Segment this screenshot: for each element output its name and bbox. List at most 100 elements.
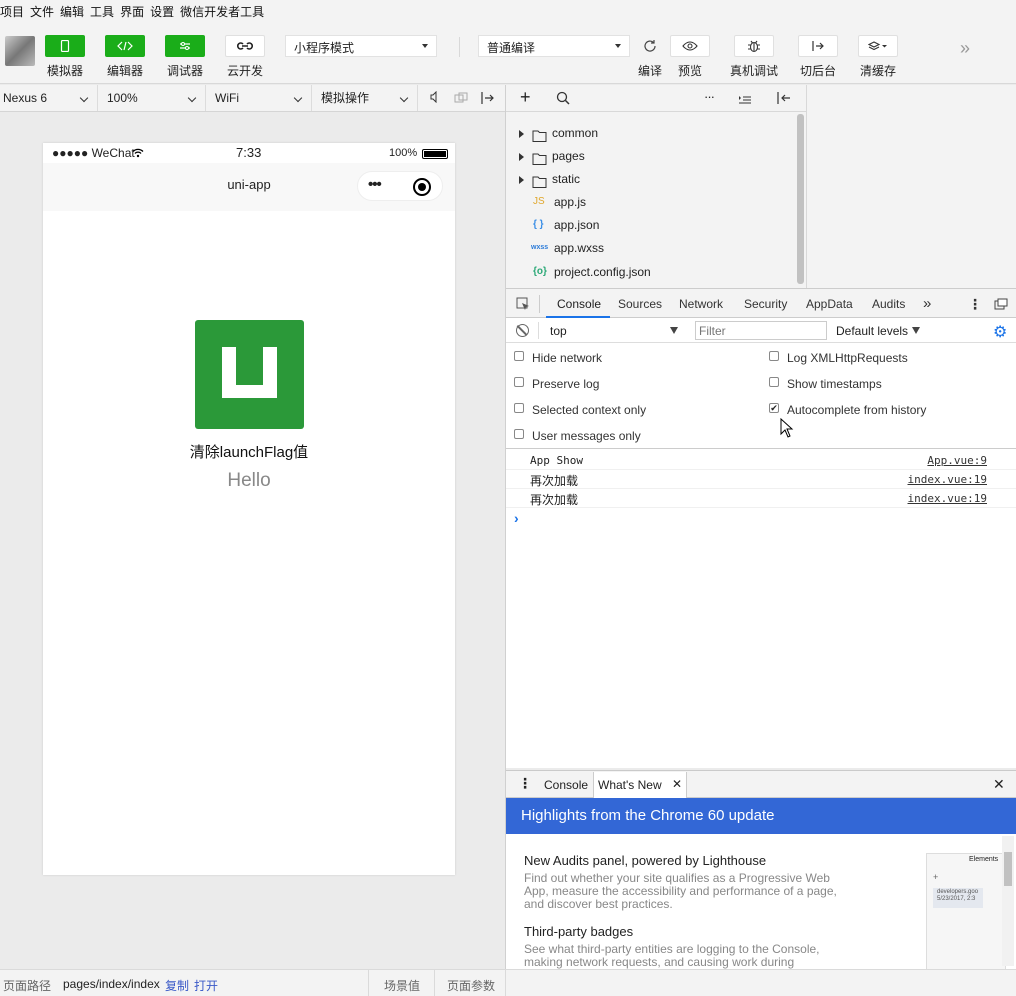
page-path-value: pages/index/index — [63, 977, 160, 991]
cloud-link-icon — [225, 35, 265, 57]
hide-network-checkbox[interactable] — [514, 351, 524, 361]
compile-select[interactable]: 普通编译 — [478, 35, 630, 57]
zoom-select[interactable]: 100% — [104, 85, 206, 111]
tree-file-project-config[interactable]: {o} project.config.json — [506, 261, 796, 283]
caret-down-icon — [615, 44, 621, 48]
tree-folder-static[interactable]: static — [506, 168, 796, 190]
file-tree: common pages static JS app.js { } app.js… — [506, 112, 806, 288]
tree-file-app-wxss[interactable]: wxss app.wxss — [506, 237, 796, 259]
clear-launch-flag-button[interactable]: 清除launchFlag值 — [43, 441, 455, 462]
toolbar: 模拟器 编辑器 调试器 云开发 小程序模式 普通编译 编译 预览 真机调试 切后… — [0, 22, 1016, 84]
file-tree-scrollbar[interactable] — [797, 114, 804, 284]
menu-project[interactable]: 项目 — [0, 3, 29, 20]
chevron-down-icon — [79, 93, 89, 103]
js-file-icon: JS — [533, 196, 545, 207]
tab-network[interactable]: Network — [679, 289, 723, 319]
remote-debug-button[interactable]: 真机调试 — [728, 35, 780, 79]
tab-sources[interactable]: Sources — [618, 289, 662, 319]
undock-icon[interactable] — [994, 298, 1008, 313]
avatar[interactable] — [5, 36, 35, 66]
divider — [539, 295, 540, 313]
rotate-screen-icon[interactable] — [454, 92, 468, 107]
console-log-row: 再次加载 index.vue:19 — [506, 470, 1016, 489]
page-params-button[interactable]: 页面参数 — [447, 977, 495, 994]
console-filter-input[interactable] — [695, 321, 827, 340]
tab-console[interactable]: Console — [557, 289, 601, 319]
copy-path-link[interactable]: 复制 — [165, 977, 189, 994]
add-file-icon[interactable]: + — [520, 87, 531, 108]
clear-console-icon[interactable] — [516, 324, 529, 337]
preserve-log-checkbox[interactable] — [514, 377, 524, 387]
close-drawer-icon[interactable]: ✕ — [993, 776, 1005, 793]
detach-icon[interactable] — [480, 91, 496, 108]
more-dots-icon[interactable]: ••• — [368, 176, 382, 193]
log-levels-select[interactable]: Default levels — [836, 324, 908, 338]
drawer-scrollbar[interactable] — [1002, 836, 1014, 966]
console-input[interactable] — [530, 510, 1010, 526]
menu-view[interactable]: 界面 — [120, 3, 149, 20]
mouse-cursor-icon — [780, 417, 794, 441]
drawer-tab-console[interactable]: Console — [544, 778, 588, 792]
preview-button[interactable]: 预览 — [668, 35, 712, 79]
more-dots-icon[interactable]: ··· — [704, 89, 715, 104]
compile-button[interactable]: 编译 — [628, 35, 672, 79]
log-xhr-checkbox[interactable] — [769, 351, 779, 361]
menu-file[interactable]: 文件 — [30, 3, 59, 20]
json-file-icon: { } — [533, 219, 544, 230]
hide-tree-icon[interactable] — [776, 91, 792, 108]
refresh-icon — [630, 35, 670, 57]
simulator-button[interactable]: 模拟器 — [43, 35, 87, 79]
autocomplete-checkbox[interactable]: ✔ — [769, 403, 779, 413]
file-tree-header: + ··· — [506, 85, 806, 112]
collapse-all-icon[interactable] — [738, 93, 752, 107]
menu-wechat-devtools[interactable]: 微信开发者工具 — [180, 3, 269, 20]
log-source-link[interactable]: App.vue:9 — [927, 454, 987, 467]
kebab-menu-icon[interactable]: ⋮ — [518, 775, 532, 792]
compile-select-value: 普通编译 — [487, 41, 536, 55]
editor-button[interactable]: 编辑器 — [103, 35, 147, 79]
more-tabs-icon[interactable]: » — [923, 289, 931, 319]
inspect-element-icon[interactable] — [516, 297, 530, 314]
tree-folder-common[interactable]: common — [506, 122, 796, 144]
close-mini-program-icon[interactable] — [413, 178, 431, 196]
open-path-link[interactable]: 打开 — [194, 977, 218, 994]
mode-select[interactable]: 小程序模式 — [285, 35, 437, 57]
close-tab-icon[interactable]: ✕ — [672, 777, 682, 791]
eye-icon — [670, 35, 710, 57]
tree-folder-pages[interactable]: pages — [506, 145, 796, 167]
tree-file-app-js[interactable]: JS app.js — [506, 191, 796, 213]
device-select[interactable]: Nexus 6 — [0, 85, 98, 111]
background-button[interactable]: 切后台 — [796, 35, 840, 79]
scene-value-button[interactable]: 场景值 — [384, 977, 420, 994]
selected-context-checkbox[interactable] — [514, 403, 524, 413]
log-source-link[interactable]: index.vue:19 — [908, 473, 987, 486]
more-chevrons-icon[interactable]: » — [960, 38, 970, 59]
volume-icon[interactable] — [430, 90, 440, 106]
show-timestamps-checkbox[interactable] — [769, 377, 779, 387]
tab-audits[interactable]: Audits — [872, 289, 905, 319]
tree-file-app-json[interactable]: { } app.json — [506, 214, 796, 236]
menu-settings[interactable]: 设置 — [150, 3, 179, 20]
search-icon[interactable] — [556, 91, 570, 108]
compile-label: 编译 — [637, 64, 662, 78]
debug-sliders-icon — [165, 35, 205, 57]
device-select-value: Nexus 6 — [3, 91, 48, 105]
menu-edit[interactable]: 编辑 — [60, 3, 89, 20]
tab-security[interactable]: Security — [744, 289, 787, 319]
drawer-tab-whats-new[interactable]: What's New ✕ — [593, 772, 687, 798]
console-log-row: 再次加载 index.vue:19 — [506, 489, 1016, 508]
context-select[interactable]: top — [546, 321, 682, 340]
log-source-link[interactable]: index.vue:19 — [908, 492, 987, 505]
kebab-menu-icon[interactable]: ⋮ — [968, 289, 982, 319]
network-select[interactable]: WiFi — [212, 85, 312, 111]
sim-ops-select[interactable]: 模拟操作 — [318, 85, 418, 111]
gear-icon[interactable]: ⚙ — [993, 322, 1007, 342]
preserve-log-label: Preserve log — [532, 377, 600, 391]
tab-appdata[interactable]: AppData — [806, 289, 853, 319]
carrier: ●●●●● WeChat — [52, 146, 135, 160]
debugger-button[interactable]: 调试器 — [163, 35, 207, 79]
clear-cache-button[interactable]: 清缓存 — [856, 35, 900, 79]
user-messages-checkbox[interactable] — [514, 429, 524, 439]
menu-tools[interactable]: 工具 — [90, 3, 119, 20]
cloud-button[interactable]: 云开发 — [223, 35, 267, 79]
